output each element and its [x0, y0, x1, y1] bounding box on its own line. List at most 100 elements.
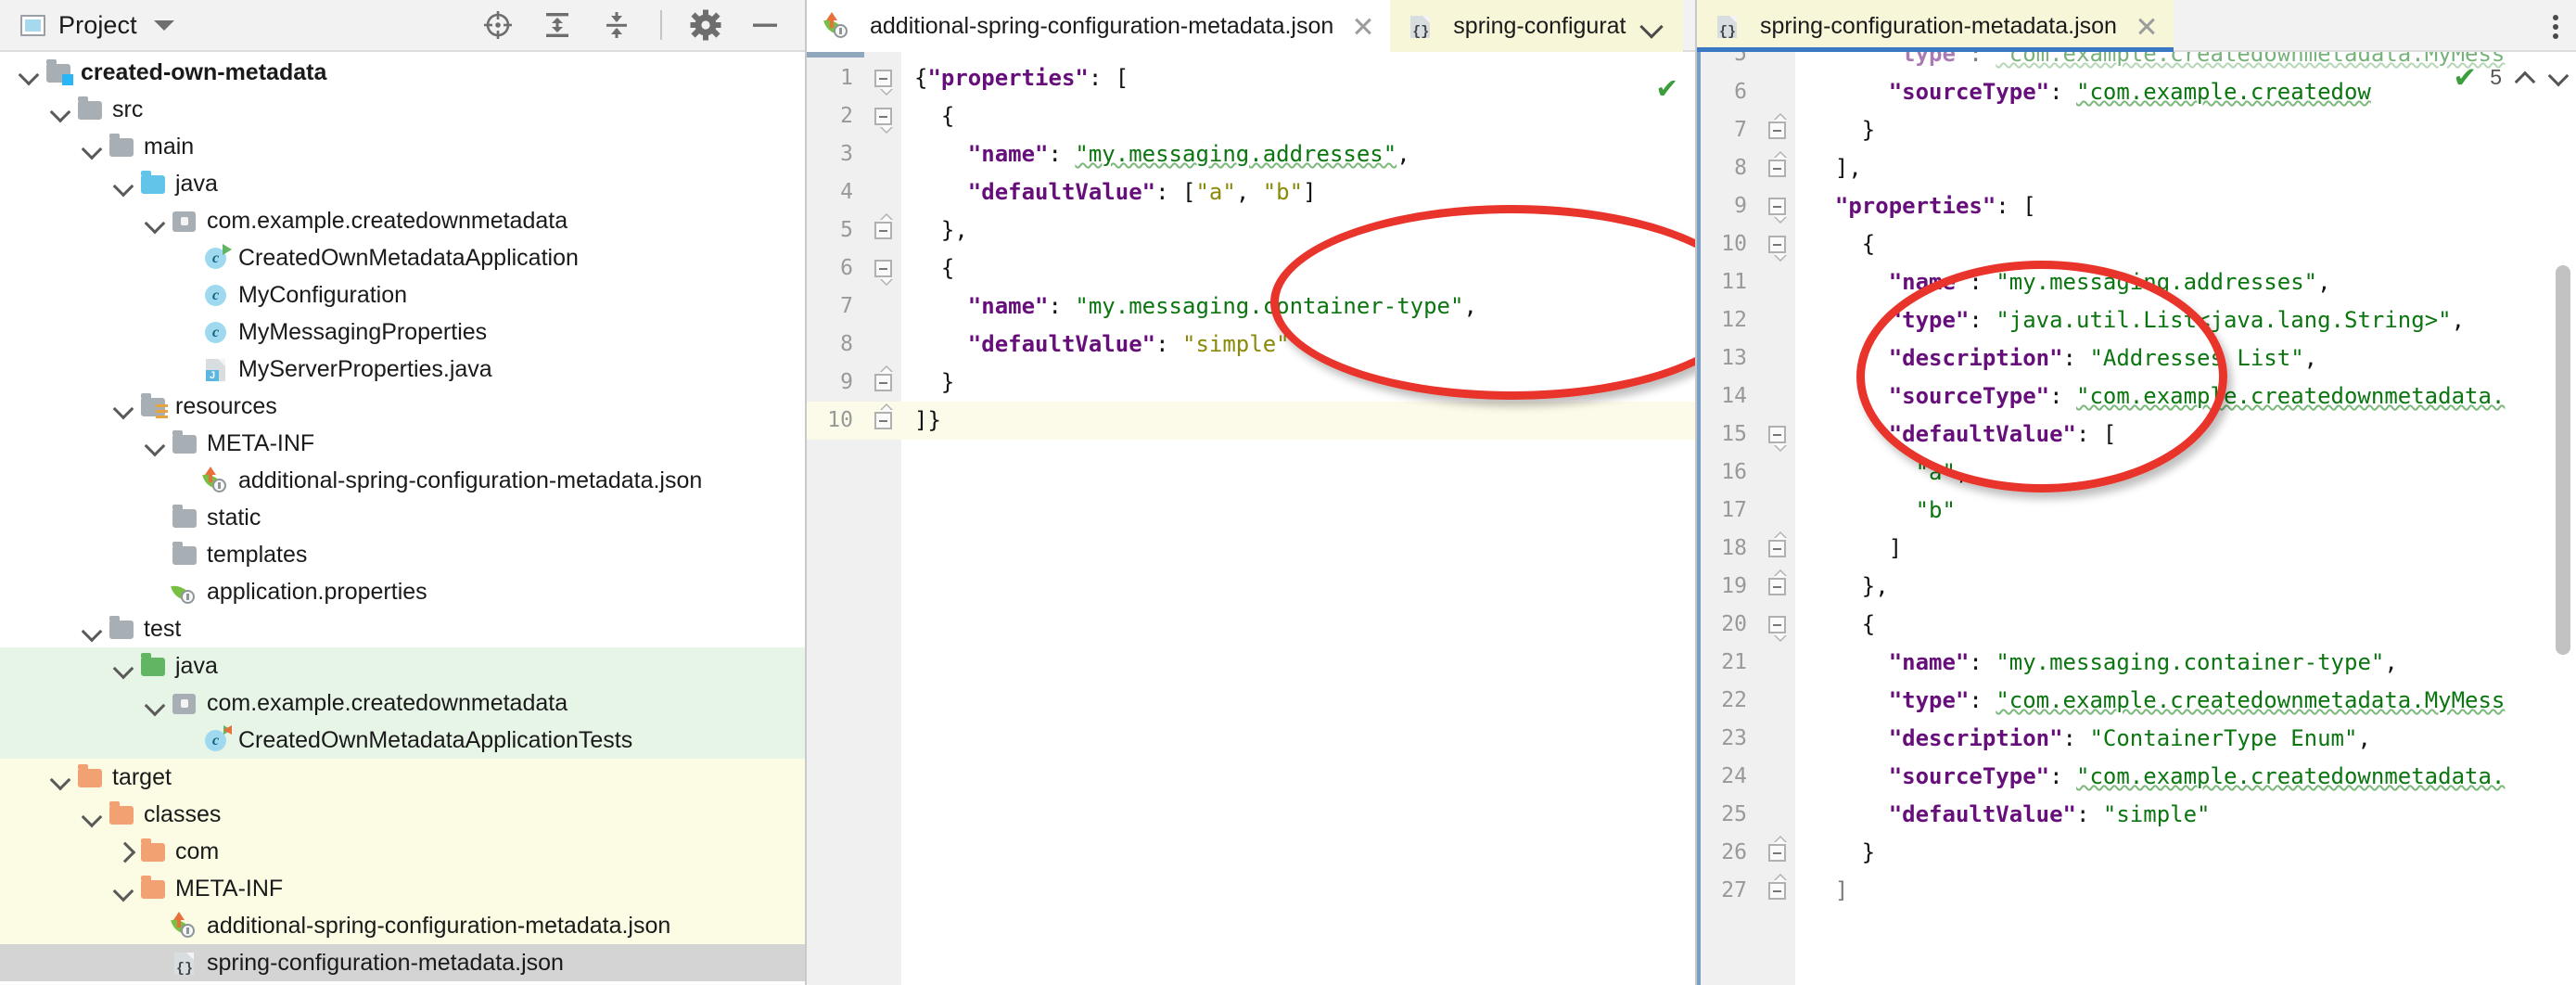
fold-close-icon[interactable]: [1758, 568, 1795, 606]
fold-close-icon[interactable]: [864, 211, 901, 249]
collapse-all-icon[interactable]: [601, 9, 632, 41]
fold-open-icon[interactable]: [1758, 606, 1795, 644]
tree-node[interactable]: application.properties: [0, 573, 805, 610]
fold-close-icon[interactable]: [1758, 149, 1795, 187]
tree-node[interactable]: java: [0, 647, 805, 684]
code-line[interactable]: "description": "Addresses List",: [1795, 339, 2576, 377]
inspection-ok-icon[interactable]: ✔: [1658, 69, 1677, 106]
chevron-down-icon[interactable]: [111, 654, 135, 678]
fold-open-icon[interactable]: [1758, 416, 1795, 454]
chevron-right-icon[interactable]: [111, 839, 135, 863]
fold-close-icon[interactable]: [1758, 834, 1795, 872]
tree-node[interactable]: MyServerProperties.java: [0, 351, 805, 388]
code-line[interactable]: {: [901, 97, 1695, 135]
chevron-down-icon[interactable]: [48, 97, 72, 122]
code-line[interactable]: }: [1795, 111, 2576, 149]
project-tree[interactable]: created-own-metadata src main java com.examp…: [0, 52, 805, 985]
tab-spring-configuration-metadata-json-left[interactable]: spring-configurat: [1390, 0, 1683, 52]
chevron-down-icon[interactable]: [80, 134, 104, 159]
code-line[interactable]: "sourceType": "com.example.createdownmet…: [1795, 758, 2576, 796]
code-line[interactable]: "name": "my.messaging.addresses",: [1795, 263, 2576, 301]
tree-node[interactable]: c CreatedOwnMetadataApplication: [0, 239, 805, 276]
close-icon[interactable]: [1351, 14, 1375, 38]
code-line[interactable]: "b": [1795, 492, 2576, 530]
fold-close-icon[interactable]: [1758, 872, 1795, 910]
close-icon[interactable]: [2135, 14, 2159, 38]
code-line[interactable]: "properties": [: [1795, 187, 2576, 225]
tree-node[interactable]: target: [0, 759, 805, 796]
tree-node[interactable]: spring-configuration-metadata.json: [0, 944, 805, 981]
fold-close-icon[interactable]: [864, 402, 901, 440]
code-line[interactable]: "type": "java.util.List<java.lang.String…: [1795, 301, 2576, 339]
editor-options-kebab-right[interactable]: [2535, 0, 2576, 52]
fold-close-icon[interactable]: [1758, 530, 1795, 568]
code-line[interactable]: ]: [1795, 872, 2576, 910]
select-opened-file-icon[interactable]: [482, 9, 514, 41]
chevron-down-icon[interactable]: [143, 691, 167, 715]
tree-node[interactable]: resources: [0, 388, 805, 425]
tree-node[interactable]: c MyMessagingProperties: [0, 313, 805, 351]
fold-open-icon[interactable]: [864, 249, 901, 288]
tree-node[interactable]: main: [0, 128, 805, 165]
fold-close-icon[interactable]: [1758, 111, 1795, 149]
chevron-down-icon[interactable]: [80, 617, 104, 641]
chevron-down-icon[interactable]: [153, 19, 174, 31]
code-line[interactable]: "name": "my.messaging.container-type",: [1795, 644, 2576, 682]
tree-node[interactable]: c MyConfiguration: [0, 276, 805, 313]
fold-close-icon[interactable]: [864, 364, 901, 402]
code-line[interactable]: }: [901, 364, 1695, 402]
fold-open-icon[interactable]: [1758, 187, 1795, 225]
fold-column-right[interactable]: [1758, 52, 1795, 985]
code-line[interactable]: "sourceType": "com.example.createdownmet…: [1795, 377, 2576, 416]
chevron-down-icon[interactable]: [111, 394, 135, 418]
code-line[interactable]: "a",: [1795, 454, 2576, 492]
editor-vertical-scrollbar[interactable]: [2556, 265, 2570, 655]
expand-all-icon[interactable]: [542, 9, 573, 41]
tree-node[interactable]: c CreatedOwnMetadataApplicationTests: [0, 722, 805, 759]
code-editor-right[interactable]: 5 6 7 8 9 10 11 12 13 14 15 16 17 18 19 20 21 22 23 24 25 26 2…: [1697, 52, 2576, 985]
tree-node[interactable]: test: [0, 610, 805, 647]
code-line[interactable]: ]: [1795, 530, 2576, 568]
next-problem-icon[interactable]: [2548, 68, 2569, 88]
code-line[interactable]: },: [901, 211, 1695, 249]
code-editor-left[interactable]: 1 2 3 4 5 6 7 8 9 10 {"properties": [ { "name": "…: [807, 52, 1695, 985]
fold-open-icon[interactable]: [864, 59, 901, 97]
inspection-widget[interactable]: ✔ 5: [2453, 63, 2569, 92]
chevron-down-icon[interactable]: [1637, 0, 1668, 52]
code-lines-left[interactable]: {"properties": [ { "name": "my.messaging…: [901, 52, 1695, 985]
tab-spring-configuration-metadata-json-right[interactable]: spring-configuration-metadata.json: [1697, 0, 2174, 52]
chevron-down-icon[interactable]: [80, 802, 104, 826]
chevron-down-icon[interactable]: [143, 209, 167, 233]
chevron-down-icon[interactable]: [17, 60, 41, 84]
code-line[interactable]: {: [1795, 225, 2576, 263]
tree-node[interactable]: classes: [0, 796, 805, 833]
code-line[interactable]: {: [1795, 606, 2576, 644]
tree-node[interactable]: additional-spring-configuration-metadata…: [0, 907, 805, 944]
gear-icon[interactable]: [690, 9, 721, 41]
code-line[interactable]: },: [1795, 568, 2576, 606]
code-line[interactable]: "name": "my.messaging.container-type",: [901, 288, 1695, 326]
code-lines-right[interactable]: "type": "com.example.createdownmetadata.…: [1795, 52, 2576, 985]
chevron-down-icon[interactable]: [143, 431, 167, 455]
code-line[interactable]: }: [1795, 834, 2576, 872]
code-line[interactable]: "defaultValue": [: [1795, 416, 2576, 454]
fold-open-icon[interactable]: [1758, 225, 1795, 263]
tree-node[interactable]: templates: [0, 536, 805, 573]
tree-node[interactable]: static: [0, 499, 805, 536]
code-line[interactable]: ],: [1795, 149, 2576, 187]
tree-node[interactable]: created-own-metadata: [0, 54, 805, 91]
code-line[interactable]: "defaultValue": "simple": [901, 326, 1695, 364]
code-line[interactable]: "defaultValue": "simple": [1795, 796, 2576, 834]
tree-node[interactable]: com.example.createdownmetadata: [0, 684, 805, 722]
tree-node[interactable]: META-INF: [0, 870, 805, 907]
fold-column-left[interactable]: [864, 52, 901, 985]
tree-node[interactable]: com.example.createdownmetadata: [0, 202, 805, 239]
previous-problem-icon[interactable]: [2515, 68, 2535, 88]
code-line[interactable]: ]}: [901, 402, 1695, 440]
tree-node[interactable]: java: [0, 165, 805, 202]
code-line[interactable]: {: [901, 249, 1695, 288]
fold-open-icon[interactable]: [864, 97, 901, 135]
chevron-down-icon[interactable]: [111, 876, 135, 901]
code-line[interactable]: "description": "ContainerType Enum",: [1795, 720, 2576, 758]
tree-node[interactable]: additional-spring-configuration-metadata…: [0, 462, 805, 499]
